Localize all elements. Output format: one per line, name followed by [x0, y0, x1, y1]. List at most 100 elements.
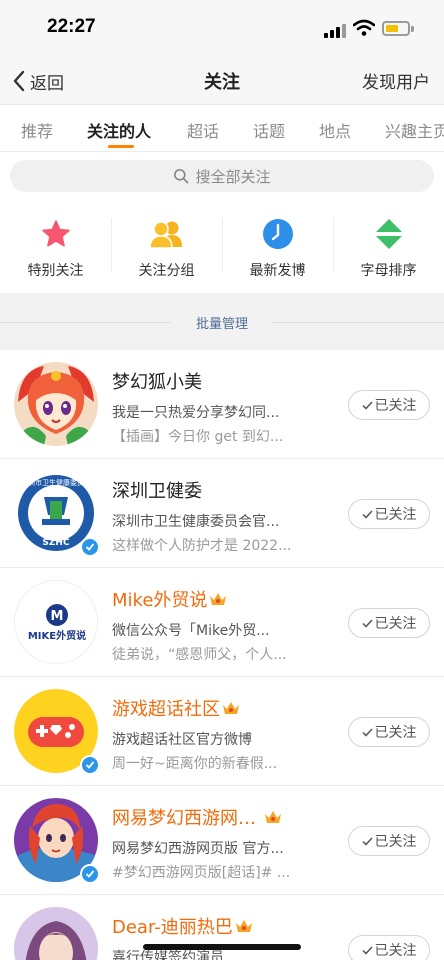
special-follow-label: 特别关注	[27, 263, 84, 279]
crown-icon	[235, 920, 252, 932]
home-indicator[interactable]	[143, 944, 301, 950]
back-label: 返回	[30, 73, 64, 94]
user-name-text: 网易梦幻西游网…	[112, 808, 256, 829]
followed-label: 已关注	[374, 398, 417, 414]
latest-post[interactable]: #梦幻西游网页版[超话]# ...	[112, 862, 302, 882]
check-icon	[361, 836, 373, 846]
sort-icon	[376, 219, 402, 249]
user-name[interactable]: Mike外贸说	[112, 586, 227, 612]
follow-group-button[interactable]: 关注分组	[111, 200, 222, 293]
discover-users-button[interactable]: 发现用户	[362, 68, 430, 93]
user-description: 深圳市卫生健康委员会官...	[112, 514, 280, 530]
user-name[interactable]: 游戏超话社区	[112, 695, 240, 721]
followed-button[interactable]: 已关注	[348, 935, 430, 960]
user-description: 网易梦幻西游网页版 官方...	[112, 841, 284, 857]
active-tab-indicator	[108, 145, 134, 148]
user-name[interactable]: 网易梦幻西游网…	[112, 804, 282, 830]
user-name[interactable]: 梦幻狐小美	[112, 368, 202, 394]
followed-label: 已关注	[374, 834, 417, 850]
alphabet-sort-button[interactable]: 字母排序	[333, 200, 444, 293]
latest-post-button[interactable]: 最新发博	[222, 200, 333, 293]
followed-button[interactable]: 已关注	[348, 390, 430, 420]
tab-topic[interactable]: 话题	[253, 118, 285, 142]
tab-super-topic[interactable]: 超话	[187, 118, 219, 142]
verified-badge	[80, 864, 100, 884]
search-bar: 搜全部关注	[0, 152, 444, 200]
list-item[interactable]: M MIKE外贸说 Mike外贸说 微信公众号「Mike外贸... 徒弟说，“感…	[0, 568, 444, 677]
crown-icon	[210, 593, 227, 605]
follow-group-label: 关注分组	[138, 263, 195, 279]
status-time: 22:27	[47, 16, 96, 37]
tab-location[interactable]: 地点	[319, 118, 351, 142]
svg-text:M: M	[51, 609, 64, 624]
list-item[interactable]: 深圳市卫生健康委员会 SZHC 深圳卫健委 深圳市卫生健康委员会官... 这样做…	[0, 459, 444, 568]
list-item[interactable]: 网易梦幻西游网… 网易梦幻西游网页版 官方... #梦幻西游网页版[超话]# .…	[0, 786, 444, 895]
latest-post[interactable]: 这样做个人防护才是 2022...	[112, 535, 302, 555]
quick-actions: 特别关注 关注分组 最新发博 字母排序	[0, 200, 444, 293]
user-description: 微信公众号「Mike外贸...	[112, 623, 270, 639]
followed-button[interactable]: 已关注	[348, 826, 430, 856]
latest-post[interactable]: 徒弟说，“感恩师父，个人...	[112, 644, 302, 664]
avatar[interactable]	[14, 907, 98, 960]
followed-button[interactable]: 已关注	[348, 499, 430, 529]
search-input[interactable]: 搜全部关注	[10, 160, 434, 192]
wifi-icon	[353, 19, 375, 36]
special-follow-button[interactable]: 特别关注	[0, 200, 111, 293]
check-icon	[361, 618, 373, 628]
search-placeholder: 搜全部关注	[195, 167, 271, 186]
clock-icon	[263, 219, 293, 249]
star-icon	[42, 220, 70, 247]
batch-bar: 批量管理	[0, 293, 444, 350]
followed-label: 已关注	[374, 943, 417, 959]
tab-bar: 推荐 关注的人 超话 话题 地点 兴趣主页	[0, 104, 444, 152]
chevron-left-icon	[13, 70, 25, 92]
check-icon	[361, 400, 373, 410]
search-icon	[174, 169, 189, 184]
group-icon	[149, 221, 182, 249]
crown-icon	[265, 811, 281, 823]
followed-label: 已关注	[374, 507, 417, 523]
signal-icon	[324, 22, 346, 38]
fox-avatar-image	[14, 362, 98, 446]
back-button[interactable]: 返回	[12, 66, 64, 96]
check-icon	[361, 945, 373, 955]
user-description: 游戏超话社区官方微博	[112, 732, 252, 748]
check-icon	[85, 543, 95, 551]
battery-icon	[382, 21, 414, 36]
verified-badge	[80, 537, 100, 557]
status-bar: 22:27	[0, 0, 444, 58]
user-name[interactable]: 深圳卫健委	[112, 477, 202, 503]
mike-logo-image: M MIKE外贸说	[15, 581, 97, 663]
tab-following[interactable]: 关注的人	[87, 118, 151, 142]
list-item[interactable]: 游戏超话社区 游戏超话社区官方微博 周一好~距离你的新春假... 已关注	[0, 677, 444, 786]
tab-interest-page[interactable]: 兴趣主页	[385, 118, 444, 142]
user-name-text: 游戏超话社区	[112, 699, 220, 720]
crown-icon	[223, 702, 239, 714]
user-name[interactable]: Dear-迪丽热巴	[112, 913, 253, 939]
nav-bar: 返回 关注 发现用户	[0, 58, 444, 104]
followed-label: 已关注	[374, 616, 417, 632]
avatar[interactable]	[14, 362, 98, 446]
check-icon	[361, 509, 373, 519]
followed-button[interactable]: 已关注	[348, 608, 430, 638]
tab-recommend[interactable]: 推荐	[21, 118, 53, 142]
logo-letters: SZHC	[42, 538, 70, 548]
alphabet-sort-label: 字母排序	[360, 263, 417, 279]
list-item[interactable]: 梦幻狐小美 我是一只热爱分享梦幻同... 【插画】今日你 get 到幻... 已…	[0, 350, 444, 459]
batch-manage-button[interactable]: 批量管理	[0, 313, 444, 332]
user-name-text: Dear-迪丽热巴	[112, 917, 233, 938]
list-item[interactable]: Dear-迪丽热巴 嘉行传媒签约演员 已关注	[0, 895, 444, 960]
follow-list: 梦幻狐小美 我是一只热爱分享梦幻同... 【插画】今日你 get 到幻... 已…	[0, 350, 444, 960]
latest-post[interactable]: 【插画】今日你 get 到幻...	[112, 426, 302, 446]
avatar[interactable]: M MIKE外贸说	[14, 580, 98, 664]
user-name-text: Mike外贸说	[112, 590, 208, 611]
latest-post-label: 最新发博	[249, 263, 306, 279]
check-icon	[85, 761, 95, 769]
logo-ring-text: 深圳市卫生健康委员会	[21, 478, 91, 487]
logo-text: MIKE外贸说	[28, 629, 86, 642]
latest-post[interactable]: 周一好~距离你的新春假...	[112, 753, 302, 773]
verified-badge	[80, 755, 100, 775]
check-icon	[361, 727, 373, 737]
check-icon	[85, 870, 95, 878]
followed-button[interactable]: 已关注	[348, 717, 430, 747]
